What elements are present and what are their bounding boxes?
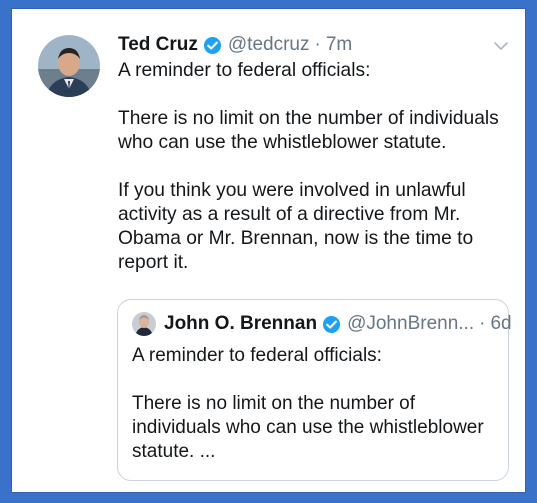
quoted-author-name: John O. Brennan bbox=[164, 313, 318, 334]
quoted-tweet-timestamp: 6d bbox=[490, 313, 512, 334]
separator-dot: · bbox=[479, 313, 486, 334]
quoted-author-handle: @JohnBrenn... bbox=[347, 313, 475, 334]
verified-badge-icon bbox=[203, 36, 221, 54]
author-name[interactable]: Ted Cruz bbox=[118, 34, 198, 56]
quoted-tweet[interactable]: John O. Brennan @JohnBrenn... · 6d A rem… bbox=[117, 299, 512, 481]
author-avatar[interactable] bbox=[38, 35, 100, 97]
separator-dot: · bbox=[314, 34, 321, 55]
author-handle[interactable]: @tedcruz bbox=[228, 34, 310, 56]
tweet-header: Ted Cruz @tedcruz · 7m bbox=[118, 31, 352, 59]
quoted-author-avatar bbox=[132, 312, 156, 336]
quoted-tweet-body: A reminder to federal officials: There i… bbox=[132, 345, 484, 462]
tweet-body: A reminder to federal officials: There i… bbox=[118, 60, 499, 273]
quoted-tweet-header: John O. Brennan @JohnBrenn... · 6d bbox=[132, 310, 512, 338]
tweet-timestamp[interactable]: 7m bbox=[326, 34, 352, 56]
tweet-card[interactable]: Ted Cruz @tedcruz · 7m A reminder to fed… bbox=[12, 9, 525, 492]
verified-badge-icon bbox=[323, 315, 341, 333]
chevron-down-icon[interactable] bbox=[492, 37, 510, 55]
